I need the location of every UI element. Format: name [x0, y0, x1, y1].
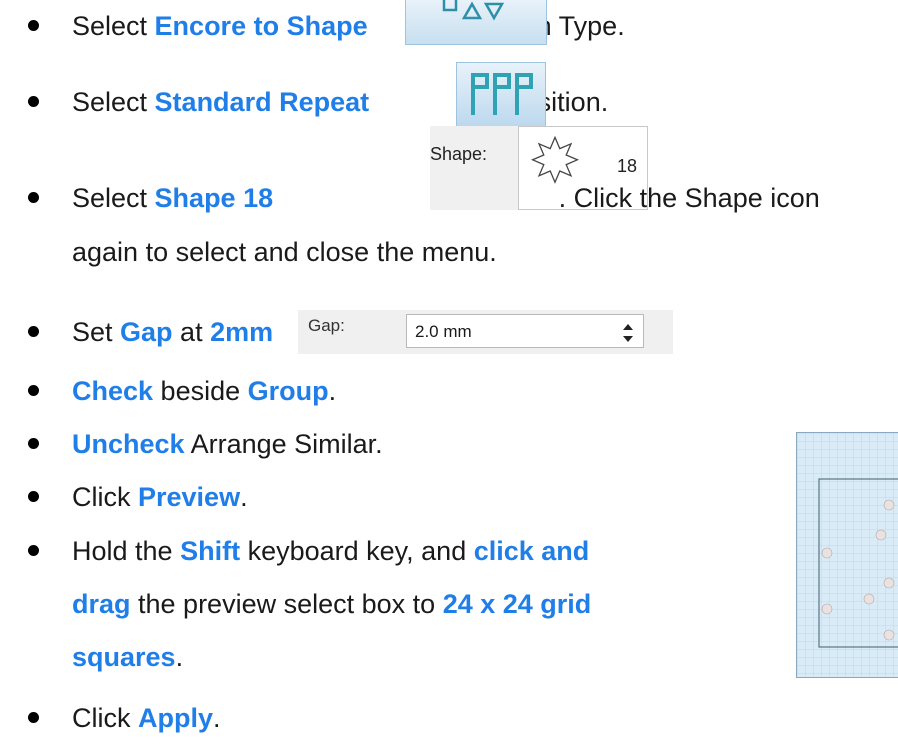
preview-keyword: Preview: [138, 482, 241, 512]
encore-to-shape-icon: [442, 0, 505, 21]
gap-label: Gap:: [308, 316, 345, 335]
squares-keyword: squares: [72, 642, 176, 672]
gap-input[interactable]: 2.0 mm: [406, 314, 644, 348]
encore-to-shape-label: Encore to Shape: [154, 11, 368, 41]
step-text: again to select and close the menu.: [72, 237, 497, 267]
bullet: [28, 545, 39, 556]
bullet: [28, 96, 39, 107]
standard-repeat-button[interactable]: [456, 62, 546, 128]
step-8-line-1: Hold the Shift keyboard key, and click a…: [72, 531, 589, 571]
step-8-line-3: squares.: [72, 637, 183, 677]
gap-control: Gap: 2.0 mm: [298, 310, 673, 354]
grid-size-keyword: 24 x 24 grid: [442, 589, 592, 619]
step-text: Select: [72, 11, 155, 41]
shape-number: 18: [617, 156, 637, 176]
uncheck-keyword: Uncheck: [72, 429, 185, 459]
bullet: [28, 491, 39, 502]
group-keyword: Group: [247, 376, 329, 406]
step-3-continued: again to select and close the menu.: [72, 232, 497, 272]
step-9: Click Apply.: [72, 698, 221, 738]
step-7: Click Preview.: [72, 477, 248, 517]
step-text: Set: [72, 317, 121, 347]
step-text: at: [172, 317, 211, 347]
shape-label: Shape:: [430, 144, 488, 164]
shape-18-label: Shape 18: [154, 183, 274, 213]
standard-repeat-icon: [471, 73, 533, 115]
gap-keyword: Gap: [120, 317, 173, 347]
step-text: the preview select box to: [130, 589, 443, 619]
bullet: [28, 192, 39, 203]
preview-grid: [797, 433, 898, 677]
gap-input-value: 2.0 mm: [415, 322, 472, 341]
drag-keyword: drag: [72, 589, 131, 619]
step-text: Click: [72, 482, 138, 512]
step-text: Arrange Similar.: [184, 429, 383, 459]
bullet: [28, 712, 39, 723]
step-text: . Click the Shape icon: [558, 183, 820, 213]
bullet: [28, 438, 39, 449]
step-6: Uncheck Arrange Similar.: [72, 424, 383, 464]
shift-keyword: Shift: [180, 536, 241, 566]
apply-keyword: Apply: [138, 703, 214, 733]
step-text: .: [240, 482, 248, 512]
gap-value-keyword: 2mm: [210, 317, 274, 347]
click-and-keyword: click and: [473, 536, 590, 566]
bullet: [28, 385, 39, 396]
standard-repeat-label: Standard Repeat: [154, 87, 370, 117]
step-text: Select: [72, 87, 155, 117]
spinner-icon[interactable]: [621, 321, 635, 345]
step-text: keyboard key, and: [240, 536, 474, 566]
step-text: Select: [72, 183, 155, 213]
step-text: Click: [72, 703, 138, 733]
step-text: .: [175, 642, 184, 672]
step-text: Hold the: [72, 536, 181, 566]
bullet: [28, 20, 39, 31]
step-text: .: [328, 376, 337, 406]
bullet: [28, 326, 39, 337]
step-8-line-2: drag the preview select box to 24 x 24 g…: [72, 584, 591, 624]
encore-to-shape-button[interactable]: [405, 0, 547, 45]
step-text: .: [213, 703, 221, 733]
step-5: Check beside Group.: [72, 371, 336, 411]
step-3: Select Shape 18 . Click the Shape icon: [72, 178, 820, 218]
step-text: beside: [153, 376, 248, 406]
preview-thumbnail: [796, 432, 898, 678]
check-keyword: Check: [72, 376, 154, 406]
